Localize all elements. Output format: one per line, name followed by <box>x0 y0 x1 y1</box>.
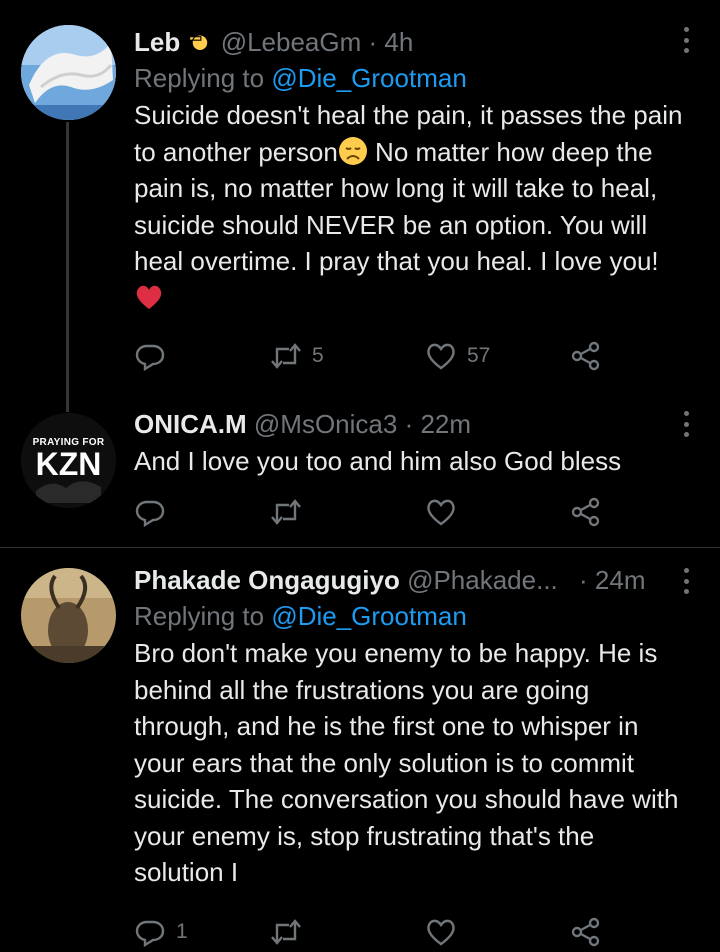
tweet-header: Phakade Ongagugiyo @Phakade... · 24m <box>134 562 690 598</box>
disappointed-face-emoji-icon <box>338 136 367 165</box>
tweet-text: Suicide doesn't heal the pain, it passes… <box>134 97 690 316</box>
retweet-count: 5 <box>312 344 324 367</box>
retweet-icon <box>271 499 301 525</box>
reply-button[interactable] <box>134 496 166 528</box>
reply-icon <box>135 344 165 372</box>
handle[interactable]: @MsOnica3 <box>254 409 397 439</box>
share-button[interactable] <box>570 340 602 372</box>
share-icon <box>571 341 600 371</box>
mention-link[interactable]: @Die_Grootman <box>271 601 466 631</box>
kudu-avatar-image <box>21 568 116 663</box>
reply-button[interactable]: 1 <box>134 916 188 948</box>
retweet-icon <box>271 343 301 369</box>
avatar-phakade[interactable] <box>21 568 116 663</box>
avatar-leb[interactable] <box>21 25 116 120</box>
timestamp[interactable]: · 22m <box>405 409 471 439</box>
share-icon <box>571 497 600 527</box>
display-name[interactable]: Phakade Ongagugiyo <box>134 565 400 595</box>
heart-icon <box>427 499 455 526</box>
heart-icon <box>427 343 455 370</box>
like-count: 57 <box>467 344 491 367</box>
share-icon <box>571 917 600 947</box>
tweet-text: And I love you too and him also God bles… <box>134 446 622 476</box>
mention-link[interactable]: @Die_Grootman <box>271 63 466 93</box>
reply-count: 1 <box>176 920 188 943</box>
avatar-caption-main: KZN <box>35 446 102 482</box>
red-heart-emoji-icon <box>136 285 162 309</box>
like-button[interactable] <box>425 496 457 528</box>
handle[interactable]: @Phakade... <box>407 565 558 595</box>
timestamp[interactable]: · 24m <box>579 565 645 595</box>
share-button[interactable] <box>570 496 602 528</box>
replying-to: Replying to @Die_Grootman <box>134 63 467 93</box>
retweet-button[interactable] <box>270 496 302 528</box>
retweet-icon <box>271 919 301 945</box>
reply-button[interactable] <box>134 340 166 372</box>
thread-line <box>66 122 69 412</box>
tweet-onica[interactable]: PRAYING FOR KZN ONICA.M @MsOnica3 · 22m … <box>0 395 720 547</box>
share-button[interactable] <box>570 916 602 948</box>
handle[interactable]: @LebeaGm <box>221 27 362 57</box>
avatar-onica[interactable]: PRAYING FOR KZN <box>21 413 116 508</box>
flag-avatar-image <box>21 25 116 120</box>
reply-icon <box>135 500 165 528</box>
like-button[interactable]: 57 <box>425 340 490 372</box>
tweet-phakade[interactable]: Phakade Ongagugiyo @Phakade... · 24m Rep… <box>0 548 720 948</box>
retweet-button[interactable] <box>270 916 302 948</box>
tweet-header: Leb @LebeaGm · 4h <box>134 24 690 60</box>
replying-to: Replying to @Die_Grootman <box>134 601 467 631</box>
reply-icon <box>135 920 165 948</box>
display-name[interactable]: ONICA.M <box>134 409 247 439</box>
display-name[interactable]: Leb <box>134 27 180 57</box>
tweet-text: Bro don't make you enemy to be happy. He… <box>134 638 679 887</box>
more-icon[interactable] <box>682 411 690 437</box>
heart-icon <box>427 919 455 946</box>
pointing-hand-emoji-icon <box>189 34 209 52</box>
like-button[interactable] <box>425 916 457 948</box>
timestamp[interactable]: · 4h <box>369 27 414 57</box>
tweet-leb[interactable]: Leb @LebeaGm · 4h Replying to @Die_Groot… <box>0 0 720 412</box>
tweet-header: ONICA.M @MsOnica3 · 22m <box>134 406 690 442</box>
more-icon[interactable] <box>682 568 690 594</box>
retweet-button[interactable]: 5 <box>270 340 324 372</box>
more-icon[interactable] <box>682 27 690 53</box>
